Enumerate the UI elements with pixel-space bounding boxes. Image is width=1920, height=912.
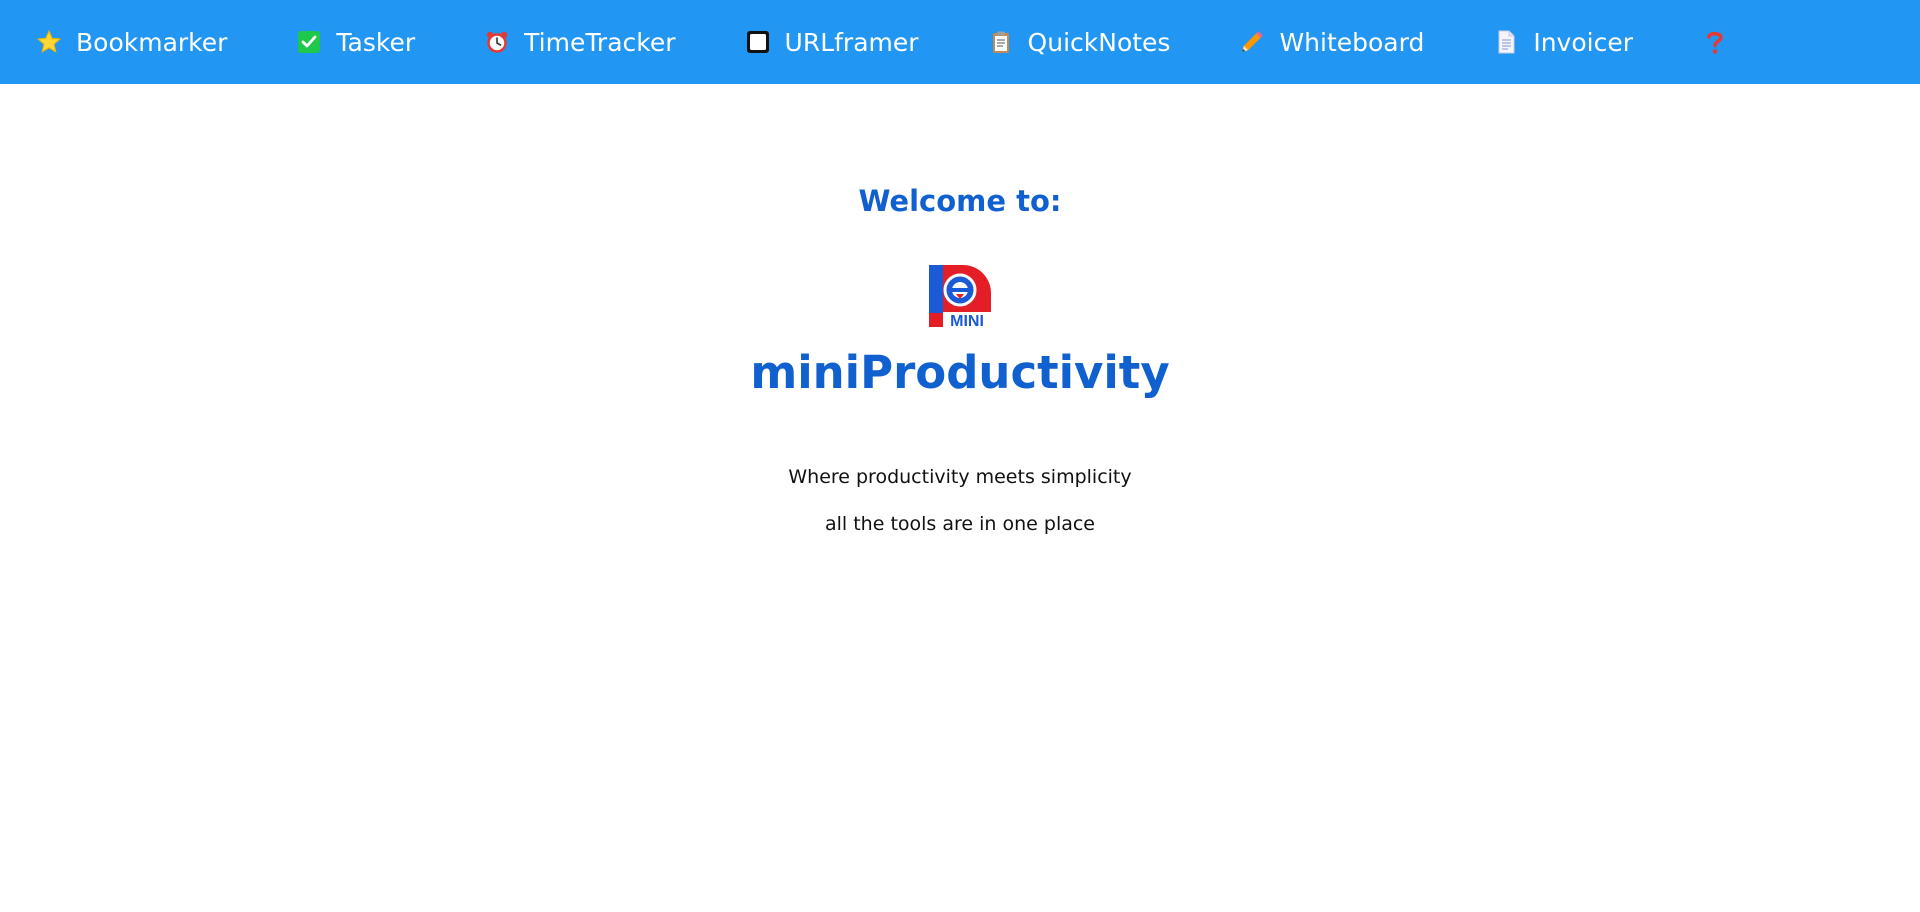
nav-item-help[interactable] (1701, 28, 1729, 56)
checkbox-checked-icon (295, 28, 323, 56)
mini-logo: MINI (929, 265, 991, 327)
nav-item-whiteboard[interactable]: Whiteboard (1238, 28, 1424, 57)
frame-square-icon (744, 28, 772, 56)
alarm-clock-icon (483, 28, 511, 56)
nav-item-label: URLframer (784, 27, 919, 57)
nav-item-label: Whiteboard (1279, 27, 1425, 57)
nav-item-label: Tasker (336, 27, 416, 57)
tagline-line-1: Where productivity meets simplicity (788, 466, 1132, 488)
nav-item-bookmarker[interactable]: Bookmarker (35, 28, 227, 57)
nav-item-urlframer[interactable]: URLframer (744, 28, 919, 57)
nav-item-tasker[interactable]: Tasker (295, 28, 415, 57)
star-icon (35, 28, 63, 56)
welcome-heading: Welcome to: (858, 184, 1062, 218)
question-mark-icon (1701, 28, 1729, 56)
clipboard-icon (987, 28, 1015, 56)
welcome-panel: Welcome to: MINI miniProductivity Where … (0, 84, 1920, 912)
nav-item-timetracker[interactable]: TimeTracker (483, 27, 676, 57)
document-icon (1492, 28, 1520, 56)
logo-text: MINI (950, 313, 984, 327)
top-navigation-bar: Bookmarker Tasker TimeTracker URLframer … (0, 0, 1920, 84)
nav-item-label: Bookmarker (76, 27, 228, 57)
nav-item-quicknotes[interactable]: QuickNotes (987, 27, 1171, 57)
tagline-line-2: all the tools are in one place (824, 513, 1096, 535)
nav-item-invoicer[interactable]: Invoicer (1492, 28, 1633, 57)
app-name-title: miniProductivity (750, 346, 1170, 399)
nav-item-label: QuickNotes (1027, 27, 1171, 57)
nav-item-label: Invoicer (1533, 27, 1634, 57)
nav-item-label: TimeTracker (524, 27, 676, 57)
pencil-icon (1238, 28, 1266, 56)
